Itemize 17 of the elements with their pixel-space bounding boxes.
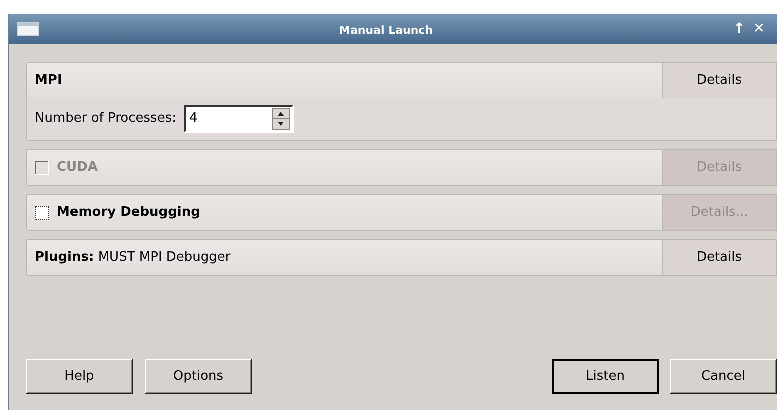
section-title: MPI	[35, 72, 62, 90]
section-title: CUDA	[57, 158, 98, 177]
details-button[interactable]: Details	[662, 240, 776, 275]
details-button[interactable]: Details	[662, 63, 776, 98]
field-label: Number of Processes:	[35, 110, 176, 128]
maximize-button[interactable]: ↑	[734, 18, 746, 40]
spin-arrows-icon[interactable]	[272, 108, 290, 130]
dialog-button[interactable]: Cancel	[670, 359, 777, 394]
section-title: Memory Debugging	[57, 204, 200, 222]
dialog-button[interactable]: Listen	[552, 359, 659, 394]
spin-box[interactable]: 4	[184, 105, 294, 133]
checkbox[interactable]	[35, 206, 49, 220]
close-button[interactable]: ✕	[753, 18, 765, 40]
window-title: Manual Launch	[340, 24, 434, 37]
dialog-button[interactable]: Options	[145, 359, 252, 394]
plugins-label: Plugins: MUST MPI Debugger	[35, 248, 231, 267]
dialog-button[interactable]: Help	[26, 359, 133, 394]
